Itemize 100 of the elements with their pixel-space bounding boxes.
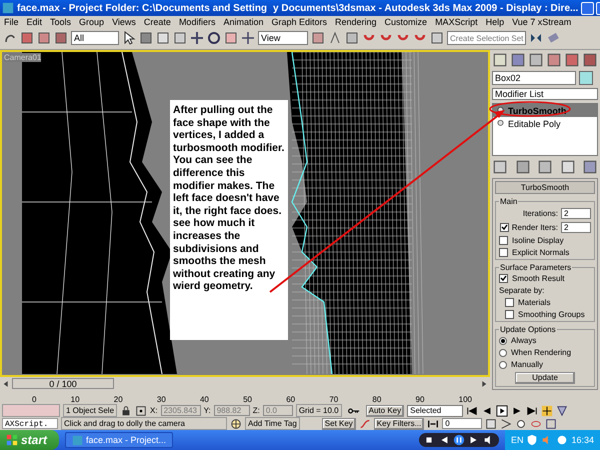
coordinate-label: Y:	[204, 406, 211, 415]
menu-item[interactable]: Customize	[384, 16, 428, 26]
reference-coordinate-dropdown[interactable]: View	[258, 31, 308, 45]
group-label: Surface Parameters	[499, 263, 572, 272]
radio-label: Manually	[511, 360, 544, 369]
grid-size: Grid = 10.0	[296, 404, 342, 417]
timeline-tick-label: 60	[286, 395, 296, 404]
menu-item[interactable]: Vue 7 xStream	[512, 16, 572, 26]
update-button[interactable]: Update	[515, 372, 575, 384]
menu-item[interactable]: Modifiers	[178, 16, 216, 26]
auto-key-button[interactable]: Auto Key	[366, 404, 404, 416]
timeline-tick-label: 30	[156, 395, 166, 404]
radio-label: When Rendering	[511, 348, 572, 357]
minimize-button[interactable]	[581, 2, 594, 14]
selection-filter-dropdown[interactable]: All	[71, 31, 119, 45]
menu-item[interactable]: Group	[79, 16, 104, 26]
group-label: Update Options	[499, 325, 557, 334]
current-frame-field[interactable]: 0	[442, 418, 482, 429]
menu-item[interactable]: Graph Editors	[271, 16, 328, 26]
modifier-list-dropdown[interactable]: Modifier List	[492, 88, 598, 100]
field-label: Iterations:	[522, 209, 558, 218]
radio-button[interactable]	[499, 348, 507, 356]
start-button[interactable]: start	[0, 430, 60, 450]
coordinate-label: Z:	[252, 406, 260, 415]
menu-item[interactable]: Views	[112, 16, 136, 26]
timeline-tick-label: 70	[329, 395, 338, 404]
timeline-tick-label: 40	[200, 395, 209, 404]
pan-icon[interactable]	[541, 404, 554, 416]
menu-item[interactable]: Help	[486, 16, 504, 26]
selection-count: 1 Object Sele	[63, 404, 118, 417]
timeline-tick-label: 100	[458, 395, 472, 404]
render-iters-field[interactable]: 2	[561, 222, 591, 233]
taskbar-button[interactable]: face.max - Project...	[65, 432, 174, 448]
menu-item[interactable]: Edit	[26, 16, 42, 26]
app-icon	[72, 434, 84, 446]
maxscript-listener-field[interactable]	[2, 404, 60, 417]
move-icon[interactable]	[190, 31, 204, 45]
key-mode-dropdown[interactable]: Selected	[407, 404, 464, 416]
rollout-header[interactable]: TurboSmooth	[495, 181, 595, 194]
annotation-text: After pulling out the face shape with the vertices, I added a turbosmooth modifier. You can see the difference this modifier makes. The left face doesn't have it, the right face does. see how much it increases the subdivisions and smooths the mesh without creating any wierd geometry.	[170, 100, 288, 340]
lock-icon[interactable]	[120, 404, 132, 416]
checkbox-label: Materials	[518, 298, 550, 307]
menu-item[interactable]: Create	[144, 16, 171, 26]
checkbox-label: Explicit Normals	[512, 248, 570, 257]
frame-scrubber[interactable]: 0 / 100	[12, 378, 114, 389]
named-selection-dropdown[interactable]: Create Selection Set	[447, 31, 526, 45]
checkbox[interactable]	[499, 236, 508, 245]
checkbox-label: Smoothing Groups	[518, 310, 585, 319]
field-label: Render Iters:	[512, 223, 558, 232]
windows-logo-icon	[6, 434, 18, 446]
play-icon[interactable]	[496, 404, 508, 416]
cursor-icon[interactable]	[122, 31, 136, 45]
checkbox[interactable]	[500, 223, 509, 232]
app-icon	[2, 2, 14, 14]
checkbox-label: Smooth Result	[512, 274, 564, 283]
mirror-icon[interactable]	[529, 31, 544, 45]
menu-item[interactable]: Rendering	[335, 16, 377, 26]
checkbox[interactable]	[505, 310, 514, 319]
radio-label: Always	[511, 336, 536, 345]
field-label: Separate by:	[499, 286, 546, 295]
iterations-field[interactable]: 2	[561, 208, 591, 219]
timeline-tick-label: 10	[70, 395, 80, 404]
radio-button[interactable]	[499, 336, 507, 344]
clock: 16:34	[571, 435, 594, 445]
timeline-tick-label: 50	[243, 395, 252, 404]
timeline-tick-label: 80	[372, 395, 382, 404]
menu-item[interactable]: Tools	[50, 16, 72, 26]
timeline-tick-label: 20	[114, 395, 123, 404]
arrow-right-icon[interactable]	[480, 380, 488, 388]
arrow-left-icon[interactable]	[2, 380, 10, 388]
object-color-swatch[interactable]	[579, 71, 593, 85]
set-key-button[interactable]: Set Key	[322, 418, 356, 430]
menu-item[interactable]: Animation	[223, 16, 264, 26]
window-title: face.max - Project Folder: C:\Documents and Setting	[17, 2, 268, 14]
key-filters-button[interactable]: Key Filters...	[374, 418, 424, 430]
menu-item[interactable]: File	[4, 16, 19, 26]
shield-icon[interactable]	[526, 434, 538, 446]
field-of-view-icon[interactable]	[556, 404, 568, 416]
go-to-end-icon[interactable]	[526, 404, 538, 416]
coordinate-label: X:	[150, 406, 158, 415]
timeline-track[interactable]: 0 10 20 30 40 50 60 70 80 90 100	[0, 390, 490, 404]
menu-item[interactable]: MAXScript	[435, 16, 478, 26]
timeline-tick-label: 90	[416, 395, 424, 404]
go-to-start-icon[interactable]	[466, 404, 478, 416]
checkbox[interactable]	[499, 274, 508, 283]
modifier-stack-item[interactable]: Editable Poly	[493, 117, 597, 130]
status-prompt: Click and drag to dolly the camera	[61, 417, 227, 430]
add-time-tag[interactable]: Add Time Tag	[245, 417, 300, 430]
maxscript-listener-field[interactable]: AXScript.	[2, 418, 58, 429]
radio-button[interactable]	[499, 360, 507, 368]
object-name-field[interactable]: Box02	[492, 71, 576, 85]
window-title: y Documents\3dsmax - Autodesk 3ds Max 2009 - Display : Dire...	[273, 2, 578, 14]
checkbox[interactable]	[499, 248, 508, 257]
rotate-icon[interactable]	[207, 31, 221, 45]
timeline-tick-label: 0	[32, 395, 36, 404]
absolute-mode-icon[interactable]	[135, 404, 148, 416]
checkbox[interactable]	[505, 298, 514, 307]
pause-icon[interactable]	[452, 434, 465, 446]
crosshair-icon[interactable]	[230, 418, 242, 430]
previous-frame-icon[interactable]	[481, 404, 494, 416]
